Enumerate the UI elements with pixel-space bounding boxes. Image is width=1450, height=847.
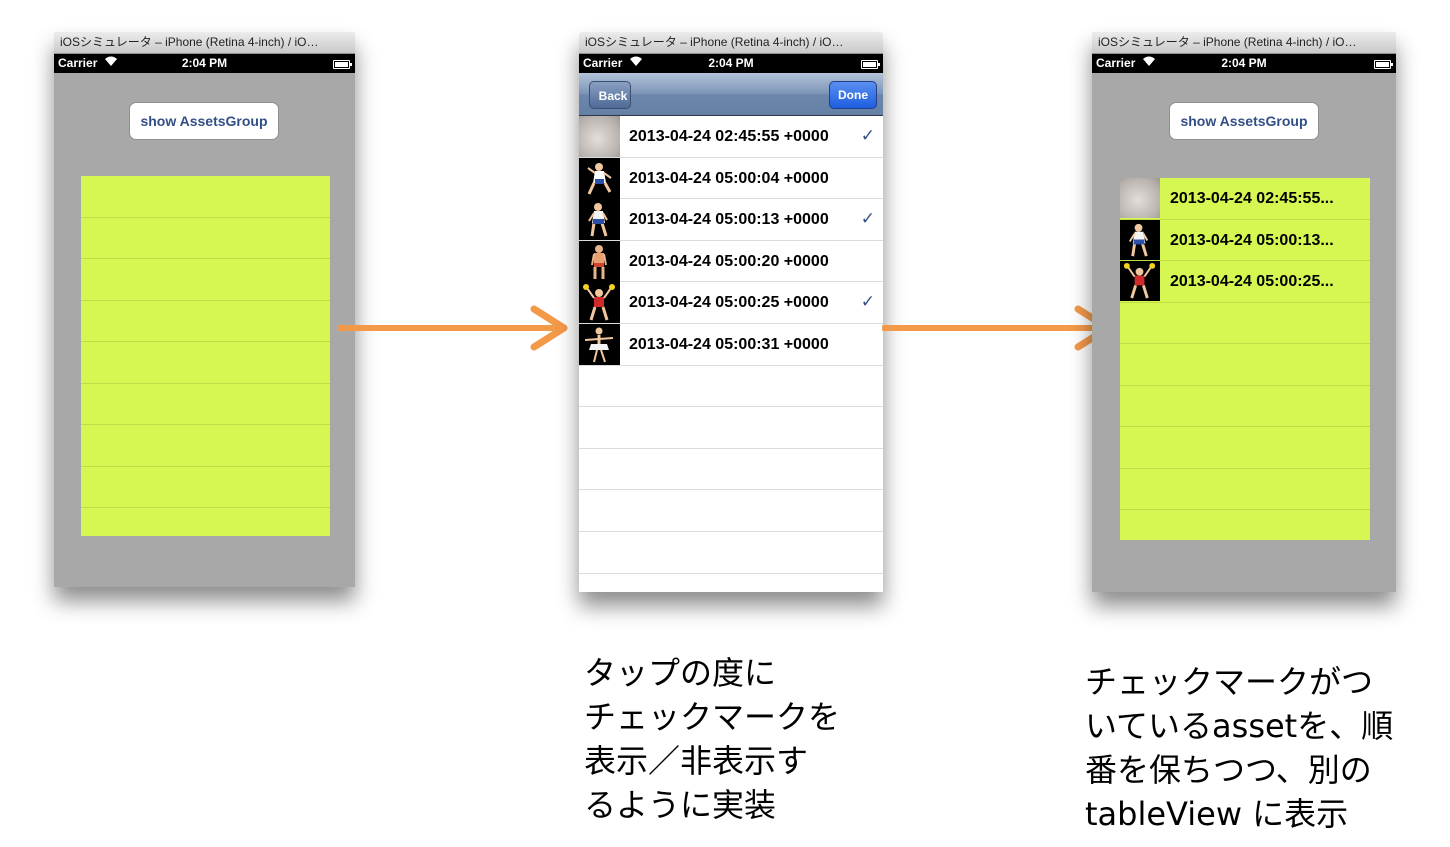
asset-row[interactable]: 2013-04-24 05:00:20 +0000 [579,240,883,283]
table-row[interactable]: 2013-04-24 02:45:55... [1120,178,1370,220]
battery-icon [1374,60,1393,69]
show-assets-group-button[interactable]: show AssetsGroup [129,102,279,140]
table-row[interactable]: 2013-04-24 05:00:13... [1120,219,1370,261]
status-time: 2:04 PM [1221,56,1267,70]
photo-thumbnail [1120,178,1160,218]
table-row [81,176,330,218]
table-row [1120,427,1370,469]
empty-row [579,449,883,491]
asset-date-label: 2013-04-24 05:00:20 +0000 [629,252,829,270]
table-row [81,218,330,259]
table-row [1120,303,1370,344]
table-row [81,342,330,384]
table-row [81,259,330,301]
empty-row [579,366,883,408]
battery-icon [333,60,352,69]
simulator-window-result: iOSシミュレータ – iPhone (Retina 4-inch) / iO…… [1092,32,1396,592]
status-bar: Carrier 2:04 PM [54,54,355,73]
figure-thumbnail [579,282,620,324]
caption-line: 番を保ちつつ、別の [1085,751,1372,789]
asset-date-label: 2013-04-24 02:45:55... [1170,190,1334,207]
table-row [81,384,330,425]
selected-asset-table[interactable]: 2013-04-24 02:45:55... 2013-04-24 05:00:… [1120,178,1370,540]
simulator-title-bar: iOSシミュレータ – iPhone (Retina 4-inch) / iO… [54,32,355,54]
checkmark-icon: ✓ [860,209,875,230]
figure-thumbnail [1120,261,1160,301]
empty-row [579,407,883,449]
asset-date-label: 2013-04-24 05:00:13 +0000 [629,211,829,229]
simulator-window-initial: iOSシミュレータ – iPhone (Retina 4-inch) / iO…… [54,32,355,587]
status-bar: Carrier 2:04 PM [1092,54,1396,73]
empty-asset-table[interactable] [81,176,330,536]
empty-row [579,532,883,574]
show-assets-group-button[interactable]: show AssetsGroup [1169,102,1319,140]
done-button[interactable]: Done [829,81,877,109]
figure-thumbnail [1120,219,1160,260]
figure-thumbnail [579,199,620,241]
arrow-right-icon [882,305,1112,351]
table-row [81,301,330,342]
asset-row[interactable]: 2013-04-24 05:00:04 +0000 [579,157,883,200]
checkmark-icon: ✓ [860,126,875,146]
status-time: 2:04 PM [181,56,228,70]
figure-thumbnail [579,323,620,365]
asset-date-label: 2013-04-24 05:00:25... [1170,273,1334,290]
table-row [1120,386,1370,427]
asset-row[interactable]: 2013-04-24 05:00:13 +0000 ✓ [579,199,883,241]
asset-picker-table[interactable]: 2013-04-24 02:45:55 +0000 ✓ 2013-04-24 0… [579,116,883,574]
battery-icon [861,60,880,69]
figure-thumbnail [579,240,620,282]
caption-line: 表示／非表示す [584,742,809,780]
simulator-title-bar: iOSシミュレータ – iPhone (Retina 4-inch) / iO… [579,32,883,54]
figure-thumbnail [579,157,620,199]
photo-thumbnail [579,116,620,157]
back-button[interactable]: Back [589,81,631,109]
caption-line: チェックマークがつ [1085,663,1374,701]
caption-line: チェックマークを [584,698,841,736]
caption-line: タップの度に [584,654,777,692]
asset-date-label: 2013-04-24 05:00:25 +0000 [629,294,829,312]
caption-right: チェックマークがつ いているassetを、順 番を保ちつつ、別の tableVi… [1085,660,1393,836]
table-row [81,467,330,508]
simulator-window-picker: iOSシミュレータ – iPhone (Retina 4-inch) / iO…… [579,32,883,592]
navigation-bar: Back Done [579,73,883,116]
caption-middle: タップの度に チェックマークを 表示／非表示す るように実装 [584,651,840,827]
caption-line: tableView に表示 [1085,795,1349,833]
asset-row[interactable]: 2013-04-24 05:00:31 +0000 [579,323,883,366]
asset-row[interactable]: 2013-04-24 05:00:25 +0000 ✓ [579,282,883,324]
status-bar: Carrier 2:04 PM [579,54,883,73]
caption-line: るように実装 [584,786,777,824]
table-row [81,425,330,467]
status-time: 2:04 PM [708,56,754,70]
asset-date-label: 2013-04-24 05:00:04 +0000 [629,169,829,187]
asset-date-label: 2013-04-24 02:45:55 +0000 [629,128,829,145]
caption-line: いているassetを、順 [1085,707,1394,745]
table-row [1120,344,1370,386]
arrow-right-icon [338,305,568,351]
asset-row[interactable]: 2013-04-24 02:45:55 +0000 ✓ [579,116,883,158]
asset-date-label: 2013-04-24 05:00:31 +0000 [629,335,829,353]
asset-date-label: 2013-04-24 05:00:13... [1170,231,1334,249]
table-row [1120,469,1370,510]
checkmark-icon: ✓ [860,292,875,313]
table-row[interactable]: 2013-04-24 05:00:25... [1120,261,1370,303]
simulator-title-bar: iOSシミュレータ – iPhone (Retina 4-inch) / iO… [1092,32,1396,54]
empty-row [579,490,883,532]
